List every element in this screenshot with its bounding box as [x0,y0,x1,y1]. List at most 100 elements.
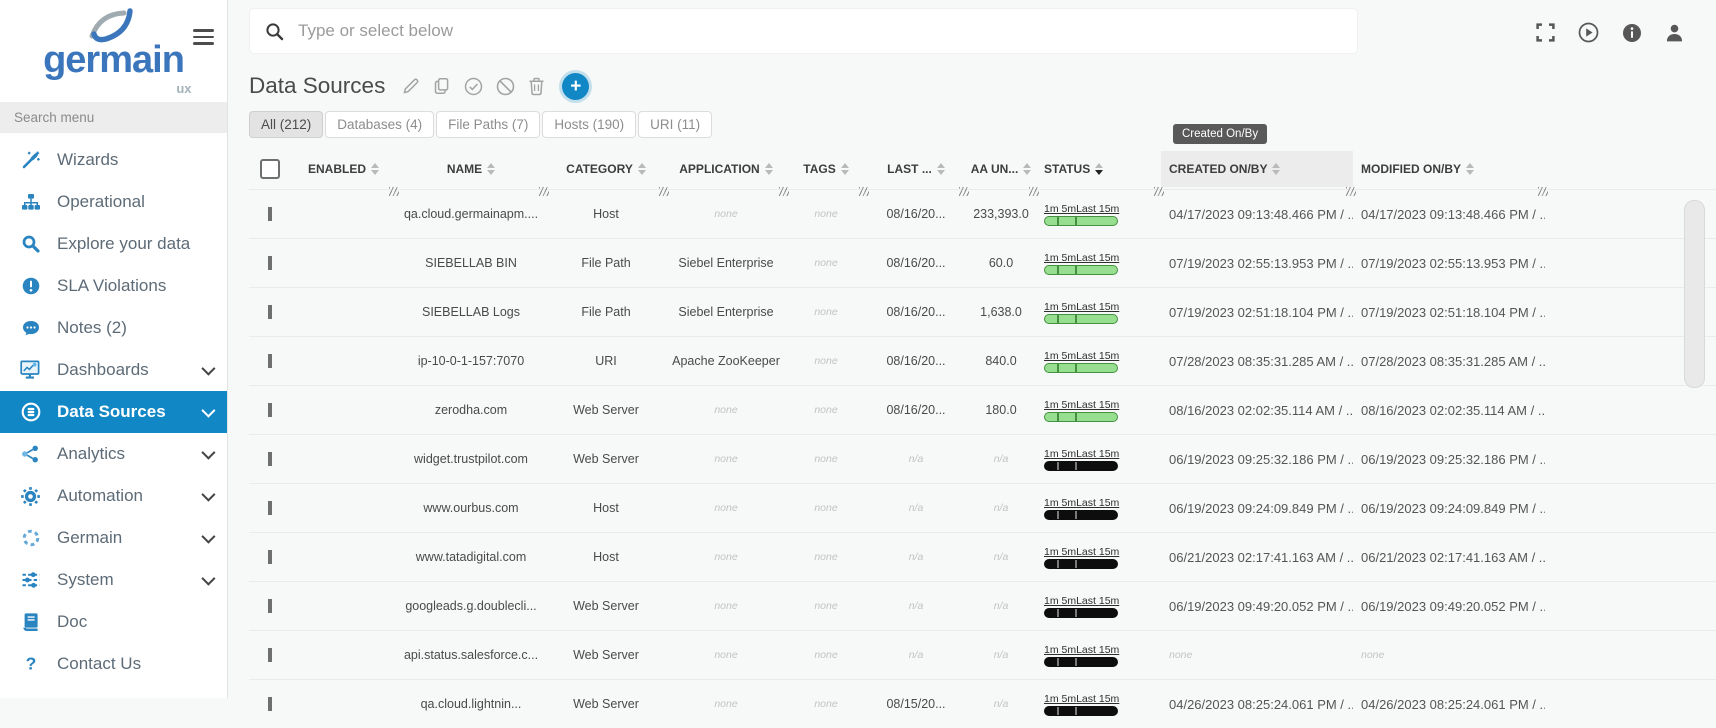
status-bar-green [1044,314,1118,324]
status-range-long[interactable]: Last 15m [1076,497,1119,509]
user-icon[interactable] [1665,23,1684,43]
column-resize-handle[interactable] [1538,187,1548,196]
column-header-label: CREATED ON/BY [1169,162,1267,176]
sidebar-search-input[interactable] [12,109,215,126]
sidebar-item-data-sources[interactable]: Data Sources [0,391,227,433]
status-range-long[interactable]: Last 15m [1076,595,1119,607]
row-checkbox[interactable] [268,697,272,711]
created-cell: none [1161,649,1353,661]
column-resize-handle[interactable] [1029,187,1039,196]
status-range-long[interactable]: Last 15m [1076,546,1119,558]
status-range-long[interactable]: Last 15m [1076,252,1119,264]
column-header-application[interactable]: APPLICATION [666,151,786,187]
status-range-short[interactable]: 1m 5m [1044,399,1076,411]
sidebar-item-explore-your-data[interactable]: Explore your data [0,223,227,265]
row-checkbox[interactable] [268,501,272,515]
add-data-source-button[interactable]: + [562,73,589,100]
vertical-scrollbar[interactable] [1684,200,1705,388]
row-checkbox[interactable] [268,452,272,466]
status-range-long[interactable]: Last 15m [1076,203,1119,215]
tab-hosts-190[interactable]: Hosts (190) [542,111,636,138]
column-resize-handle[interactable] [1154,187,1164,196]
column-resize-handle[interactable] [1346,187,1356,196]
aa-un-cell: 1,638.0 [966,305,1036,319]
tab-databases-4[interactable]: Databases (4) [325,111,434,138]
status-range-short[interactable]: 1m 5m [1044,203,1076,215]
status-range-long[interactable]: Last 15m [1076,301,1119,313]
column-header-status[interactable]: STATUS [1036,151,1161,187]
sidebar-item-label: Notes (2) [57,318,127,338]
column-header-modified-on-by[interactable]: MODIFIED ON/BY [1353,151,1545,187]
row-checkbox[interactable] [268,403,272,417]
sidebar-item-analytics[interactable]: Analytics [0,433,227,475]
tab-uri-11[interactable]: URI (11) [638,111,712,138]
datasource-icon [17,400,44,424]
row-checkbox[interactable] [268,256,272,270]
column-resize-handle[interactable] [959,187,969,196]
column-resize-handle[interactable] [539,187,549,196]
tab-all-212[interactable]: All (212) [249,111,323,138]
edit-button[interactable] [402,77,420,95]
sidebar-item-sla-violations[interactable]: SLA Violations [0,265,227,307]
column-header-aa-un[interactable]: AA UN... [966,151,1036,187]
global-search-input[interactable] [296,20,1269,42]
status-range-short[interactable]: 1m 5m [1044,301,1076,313]
column-resize-handle[interactable] [859,187,869,196]
application-cell: Siebel Enterprise [666,305,786,319]
status-range-long[interactable]: Last 15m [1076,399,1119,411]
run-icon[interactable] [1578,22,1599,43]
column-resize-handle[interactable] [659,187,669,196]
column-resize-handle[interactable] [389,187,399,196]
row-select-cell [249,501,291,515]
status-range-short[interactable]: 1m 5m [1044,448,1076,460]
column-header-enabled[interactable]: ENABLED [291,151,396,187]
sidebar-item-system[interactable]: System [0,559,227,601]
sidebar-item-wizards[interactable]: Wizards [0,139,227,181]
sidebar-item-notes-2[interactable]: Notes (2) [0,307,227,349]
sidebar-item-dashboards[interactable]: Dashboards [0,349,227,391]
column-header-tags[interactable]: TAGS [786,151,866,187]
status-range-short[interactable]: 1m 5m [1044,595,1076,607]
row-checkbox[interactable] [268,207,272,221]
column-header-created-on-by[interactable]: CREATED ON/BY [1161,151,1353,187]
status-range-short[interactable]: 1m 5m [1044,350,1076,362]
row-checkbox[interactable] [268,648,272,662]
row-checkbox[interactable] [268,305,272,319]
status-range-short[interactable]: 1m 5m [1044,644,1076,656]
column-header-category[interactable]: CATEGORY [546,151,666,187]
fullscreen-icon[interactable] [1536,23,1555,42]
status-range-short[interactable]: 1m 5m [1044,546,1076,558]
status-range-short[interactable]: 1m 5m [1044,252,1076,264]
info-icon[interactable] [1622,23,1642,43]
last-cell: 08/16/20... [866,207,966,221]
row-checkbox[interactable] [268,550,272,564]
tab-file-paths-7[interactable]: File Paths (7) [436,111,540,138]
delete-button[interactable] [528,77,545,96]
sliders-icon [17,568,44,592]
copy-button[interactable] [433,77,451,95]
column-resize-handle[interactable] [779,187,789,196]
status-range-long[interactable]: Last 15m [1076,644,1119,656]
sidebar-item-doc[interactable]: Doc [0,601,227,643]
category-cell: File Path [546,305,666,319]
status-range-short[interactable]: 1m 5m [1044,693,1076,705]
sidebar-item-operational[interactable]: Operational [0,181,227,223]
ban-button[interactable] [496,77,515,96]
status-range-labels: 1m 5mLast 15m [1044,399,1118,411]
sidebar-item-germain[interactable]: Germain [0,517,227,559]
column-header-last[interactable]: LAST ... [866,151,966,187]
select-all-checkbox[interactable] [260,159,280,179]
row-checkbox[interactable] [268,599,272,613]
topbar-icons [1536,22,1684,43]
column-header-name[interactable]: NAME [396,151,546,187]
sidebar-item-automation[interactable]: Automation [0,475,227,517]
row-checkbox[interactable] [268,354,272,368]
status-range-short[interactable]: 1m 5m [1044,497,1076,509]
status-range-long[interactable]: Last 15m [1076,350,1119,362]
sort-icon [937,163,945,175]
sidebar-item-contact-us[interactable]: ?Contact Us [0,643,227,685]
status-range-long[interactable]: Last 15m [1076,693,1119,705]
approve-button[interactable] [464,77,483,96]
status-range-long[interactable]: Last 15m [1076,448,1119,460]
menu-toggle-icon[interactable] [193,29,214,49]
